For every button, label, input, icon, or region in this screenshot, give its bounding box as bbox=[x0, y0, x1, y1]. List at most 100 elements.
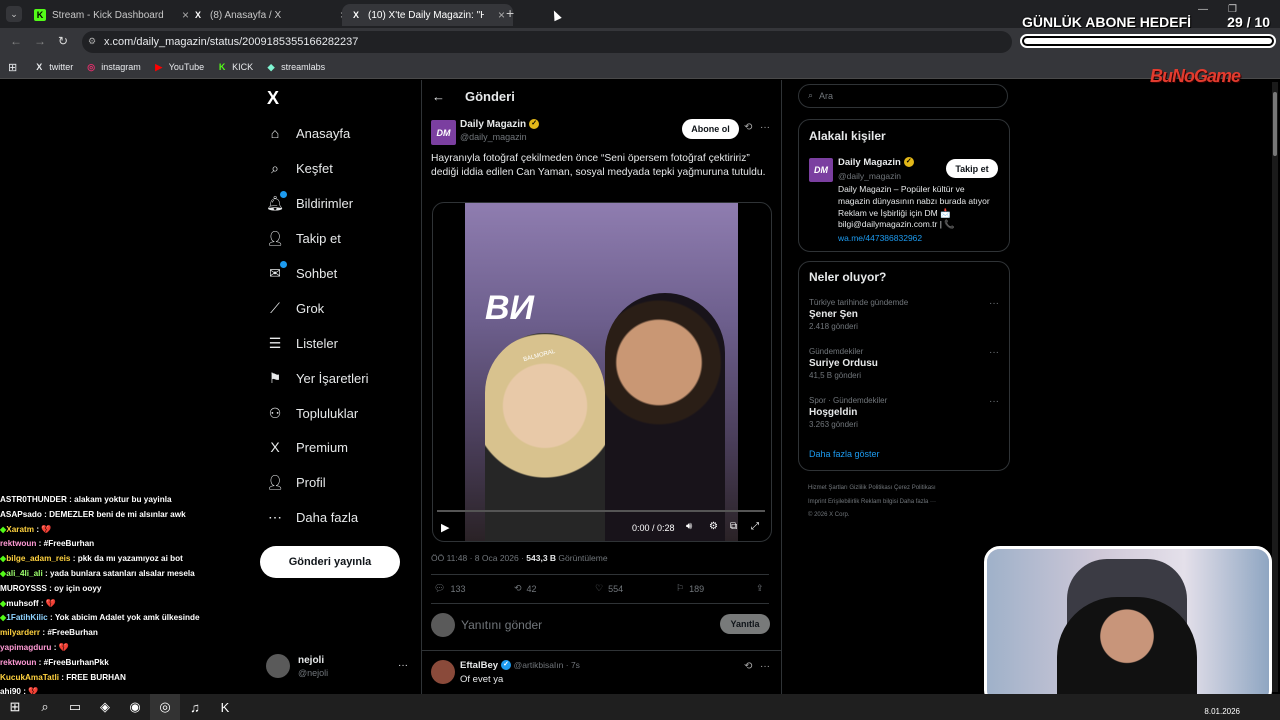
spotify-icon[interactable]: ♫ bbox=[180, 694, 210, 720]
related-avatar[interactable]: DM bbox=[809, 158, 833, 182]
nav-item-grok[interactable]: ⟋ Grok bbox=[266, 295, 324, 321]
trends-panel: Neler oluyor? Türkiye tarihinde gündemde… bbox=[798, 261, 1010, 471]
tab-kick-dashboard[interactable]: K Stream - Kick Dashboard × bbox=[26, 4, 197, 26]
nav-item-bell[interactable]: 🔔︎ Bildirimler bbox=[266, 190, 353, 216]
view-count: 543,3 B bbox=[526, 553, 557, 563]
bookmark-streamlabs[interactable]: ◆ streamlabs bbox=[265, 61, 325, 73]
author-handle[interactable]: @daily_magazin bbox=[460, 132, 527, 142]
forward-icon[interactable]: → bbox=[34, 34, 46, 48]
reply-action[interactable]: 💬︎ 133 bbox=[434, 583, 465, 594]
back-arrow-icon[interactable]: ← bbox=[432, 89, 445, 104]
grok-icon[interactable]: ⟲ bbox=[744, 122, 752, 133]
bookmark-youtube[interactable]: ▶ YouTube bbox=[153, 61, 204, 73]
site-info-icon[interactable]: ⚙ bbox=[88, 36, 96, 47]
share-action[interactable]: ⇪ bbox=[756, 583, 764, 594]
tab-x-post[interactable]: X (10) X'te Daily Magazin: "Hayra × bbox=[342, 4, 513, 26]
chat-username[interactable]: bilge_adam_reis bbox=[6, 554, 70, 563]
settings-icon[interactable]: ⚙ bbox=[709, 521, 718, 532]
tab-x-home[interactable]: X (8) Anasayfa / X × bbox=[184, 4, 355, 26]
nav-item-mail[interactable]: ✉ Sohbet bbox=[266, 260, 337, 286]
bookmark-kick[interactable]: K KICK bbox=[216, 61, 253, 73]
pip-icon[interactable]: ⧉ bbox=[730, 521, 737, 532]
chat-username[interactable]: ASAPsado bbox=[0, 510, 42, 519]
reload-icon[interactable]: ↻ bbox=[58, 34, 68, 48]
url-field[interactable]: ⚙ x.com/daily_magazin/status/20091853551… bbox=[82, 31, 1012, 53]
chrome-icon[interactable]: ◎ bbox=[150, 694, 180, 720]
chat-username[interactable]: Xaratm bbox=[6, 525, 34, 534]
close-icon[interactable]: × bbox=[498, 8, 505, 22]
new-tab-button[interactable]: + bbox=[506, 5, 514, 21]
more-icon[interactable]: ··· bbox=[398, 660, 408, 671]
account-switcher[interactable]: nejoli @nejoli ··· bbox=[266, 654, 412, 680]
related-name[interactable]: Daily Magazin ✓ bbox=[838, 157, 914, 168]
chat-username[interactable]: KucukAmaTatli bbox=[0, 673, 59, 682]
nav-item-follow[interactable]: 👤︎ Takip et bbox=[266, 225, 341, 251]
reply-button[interactable]: Yanıtla bbox=[720, 614, 770, 634]
bookmark-twitter[interactable]: Xtwitter bbox=[33, 61, 73, 73]
nav-item-premium[interactable]: X Premium bbox=[266, 434, 348, 460]
more-icon[interactable]: ··· bbox=[989, 347, 999, 358]
author-name[interactable]: Daily Magazin ✓ bbox=[460, 119, 540, 130]
nav-item-communities[interactable]: ⚇ Topluluklar bbox=[266, 400, 358, 426]
back-icon[interactable]: ← bbox=[10, 34, 22, 48]
nav-item-home[interactable]: ⌂ Anasayfa bbox=[266, 120, 350, 146]
scrollbar[interactable] bbox=[1272, 82, 1278, 692]
trend-item[interactable]: Türkiye tarihinde gündemde Şener Şen 2.418… bbox=[809, 298, 999, 331]
kick-icon[interactable]: K bbox=[210, 694, 240, 720]
more-icon[interactable]: ··· bbox=[760, 661, 770, 672]
repost-action[interactable]: ⟲ 42 bbox=[514, 583, 537, 594]
chat-username[interactable]: MUROYSSS bbox=[0, 584, 47, 593]
footer-links[interactable]: Hizmet Şartları Gizlilik Politikası Çere… bbox=[808, 482, 1008, 523]
more-icon[interactable]: ··· bbox=[989, 298, 999, 309]
x-logo-icon[interactable]: X bbox=[267, 88, 279, 109]
grok-icon[interactable]: ⟲ bbox=[744, 661, 752, 672]
search-icon[interactable]: ⌕ bbox=[30, 694, 60, 720]
nav-item-profile[interactable]: 👤︎ Profil bbox=[266, 469, 326, 495]
play-icon[interactable]: ▶ bbox=[441, 521, 449, 534]
like-action[interactable]: ♡ 554 bbox=[595, 583, 623, 594]
kick-icon: K bbox=[218, 62, 226, 72]
nav-item-list[interactable]: ☰ Listeler bbox=[266, 330, 338, 356]
bookmark-instagram[interactable]: ◎ instagram bbox=[85, 61, 140, 73]
post-button[interactable]: Gönderi yayınla bbox=[260, 546, 400, 578]
video-player[interactable]: ВИ BALMORAL ▶ 0:00 / 0:28 🔊︎ ⚙ ⧉ ⤢ bbox=[432, 202, 772, 542]
chat-username[interactable]: muhsoff bbox=[6, 599, 38, 608]
chat-username[interactable]: milyarderr bbox=[0, 628, 40, 637]
more-icon[interactable]: ··· bbox=[989, 396, 999, 407]
discord-icon[interactable]: ◉ bbox=[120, 694, 150, 720]
chat-username[interactable]: ASTR0THUNDER bbox=[0, 495, 67, 504]
nav-item-search[interactable]: ⌕ Keşfet bbox=[266, 155, 333, 181]
chat-username[interactable]: rektwoun bbox=[0, 658, 36, 667]
chat-username[interactable]: yapimagduru bbox=[0, 643, 51, 652]
trend-item[interactable]: Gündemdekiler Suriye Ordusu 41,5 B gönderi… bbox=[809, 347, 999, 380]
avatar[interactable] bbox=[431, 660, 455, 684]
divider bbox=[431, 603, 769, 604]
video-progress-bar[interactable] bbox=[437, 510, 765, 512]
taskbar: ⊞ ⌕ ▭ ◈ ◉ ◎ ♫ K 8.01.2026 bbox=[0, 694, 1280, 720]
follow-button[interactable]: Takip et bbox=[946, 159, 998, 178]
app-icon[interactable]: ◈ bbox=[90, 694, 120, 720]
author-avatar[interactable]: DM bbox=[431, 120, 456, 145]
chat-username[interactable]: 1FatihKilic bbox=[6, 613, 47, 622]
nav-item-bookmark[interactable]: ⚑ Yer İşaretleri bbox=[266, 365, 369, 391]
related-link[interactable]: wa.me/447386832962 bbox=[838, 233, 922, 243]
fullscreen-icon[interactable]: ⤢ bbox=[751, 521, 759, 532]
trend-item[interactable]: Spor · Gündemdekiler Hoşgeldin 3.263 gönde… bbox=[809, 396, 999, 429]
subscribe-button[interactable]: Abone ol bbox=[682, 119, 739, 139]
chat-username[interactable]: ali_4li_ali bbox=[6, 569, 42, 578]
nav-item-more[interactable]: ⋯ Daha fazla bbox=[266, 504, 358, 530]
windows-icon[interactable]: ⊞ bbox=[0, 694, 30, 720]
bookmark-action[interactable]: ⚐ 189 bbox=[676, 583, 704, 594]
folder-icon[interactable]: ▭ bbox=[60, 694, 90, 720]
reply-author[interactable]: EftalBey ✓ @artikbisaIın · 7s bbox=[460, 660, 580, 671]
tab-search-icon[interactable]: ⌄ bbox=[6, 6, 22, 22]
search-box[interactable]: ⌕ Ara bbox=[798, 84, 1008, 108]
reply-input[interactable]: Yanıtını gönder bbox=[461, 618, 542, 632]
apps-grid-icon[interactable]: ⊞ bbox=[8, 61, 17, 74]
more-icon[interactable]: ··· bbox=[760, 122, 770, 133]
show-more-link[interactable]: Daha fazla göster bbox=[809, 449, 880, 459]
trend-meta: Türkiye tarihinde gündemde bbox=[809, 298, 909, 307]
scrollbar-thumb[interactable] bbox=[1273, 92, 1277, 156]
chat-username[interactable]: rektwoun bbox=[0, 539, 36, 548]
volume-icon[interactable]: 🔊︎ bbox=[686, 521, 692, 532]
